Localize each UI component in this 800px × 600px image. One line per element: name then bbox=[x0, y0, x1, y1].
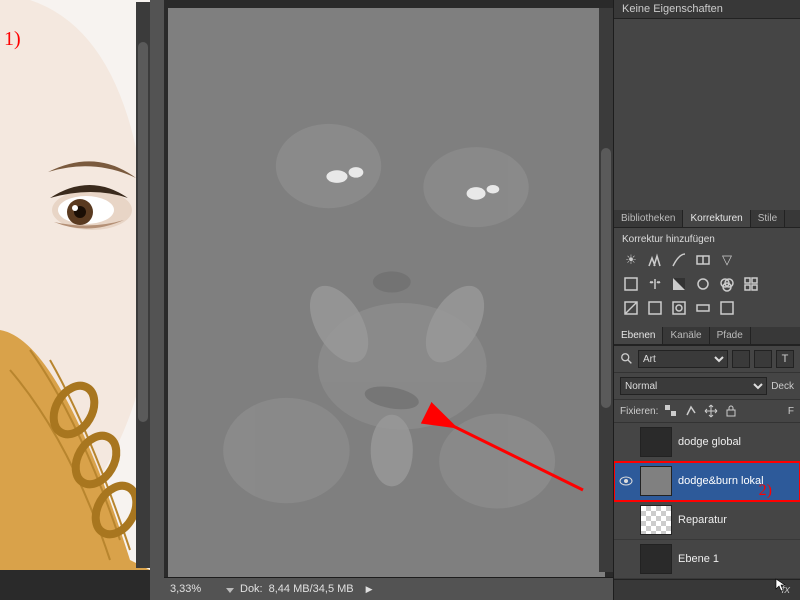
brightness-icon[interactable]: ☀ bbox=[622, 251, 640, 269]
layer-row[interactable]: dodge&burn lokal bbox=[614, 462, 800, 501]
app-root: 1) bbox=[0, 0, 800, 600]
invert-icon[interactable] bbox=[622, 299, 640, 317]
document-view-1[interactable]: 1) bbox=[0, 0, 150, 570]
scrollbar-1-thumb[interactable] bbox=[138, 42, 148, 422]
threshold-icon[interactable] bbox=[670, 299, 688, 317]
document-area: 1) bbox=[0, 0, 613, 600]
canvas-1[interactable] bbox=[0, 0, 150, 570]
selective-color-icon[interactable] bbox=[718, 299, 736, 317]
dodge-burn-canvas bbox=[168, 8, 605, 577]
scrollbar-2-thumb[interactable] bbox=[601, 148, 611, 408]
filter-kind-select[interactable]: Art bbox=[638, 350, 728, 368]
layer-name[interactable]: dodge global bbox=[678, 436, 741, 448]
lock-label: Fixieren: bbox=[620, 406, 658, 417]
filter-adjust-icon[interactable] bbox=[754, 350, 772, 368]
layer-filter-row: Art T bbox=[614, 346, 800, 373]
layer-row[interactable]: Reparatur bbox=[614, 501, 800, 540]
properties-header: Keine Eigenschaften bbox=[614, 0, 800, 19]
cursor-pointer-icon bbox=[774, 578, 788, 579]
layer-name[interactable]: Ebene 1 bbox=[678, 553, 719, 565]
posterize-icon[interactable] bbox=[646, 299, 664, 317]
chevron-down-icon[interactable] bbox=[226, 588, 234, 593]
filter-type-icon[interactable]: T bbox=[776, 350, 794, 368]
layer-row[interactable]: Ebene 1 bbox=[614, 540, 800, 579]
adjustments-tabrow: Bibliotheken Korrekturen Stile bbox=[614, 210, 800, 228]
exposure-icon[interactable] bbox=[694, 251, 712, 269]
lock-position-icon[interactable] bbox=[704, 404, 718, 418]
tab-corrections[interactable]: Korrekturen bbox=[683, 210, 750, 227]
adjustments-title: Korrektur hinzufügen bbox=[622, 234, 792, 245]
tab-paths[interactable]: Pfade bbox=[710, 327, 751, 344]
layer-thumb[interactable] bbox=[640, 466, 672, 496]
properties-panel: Keine Eigenschaften bbox=[614, 0, 800, 210]
doc-size-value: 8,44 MB/34,5 MB bbox=[269, 583, 354, 595]
opacity-label[interactable]: Deck bbox=[771, 381, 794, 392]
layers-footer: fx bbox=[614, 579, 800, 600]
play-icon[interactable]: ▶ bbox=[366, 584, 373, 595]
blend-row: Normal Deck bbox=[614, 373, 800, 400]
levels-icon[interactable] bbox=[646, 251, 664, 269]
annotation-2: 2) bbox=[759, 482, 772, 500]
layer-thumb[interactable] bbox=[640, 427, 672, 457]
photo-filter-icon[interactable] bbox=[694, 275, 712, 293]
canvas-2[interactable] bbox=[168, 8, 605, 577]
tab-channels[interactable]: Kanäle bbox=[663, 327, 709, 344]
curves-icon[interactable] bbox=[670, 251, 688, 269]
lock-transparent-icon[interactable] bbox=[664, 404, 678, 418]
channel-mixer-icon[interactable] bbox=[718, 275, 736, 293]
search-icon bbox=[620, 352, 634, 366]
lookup-icon[interactable] bbox=[742, 275, 760, 293]
lock-all-icon[interactable] bbox=[724, 404, 738, 418]
tab-layers[interactable]: Ebenen bbox=[614, 327, 663, 344]
doc-size-label: Dok: bbox=[240, 583, 263, 595]
visibility-toggle[interactable] bbox=[618, 473, 634, 489]
layers-tabrow: Ebenen Kanäle Pfade bbox=[614, 327, 800, 345]
scrollbar-2[interactable] bbox=[599, 8, 613, 572]
layer-thumb[interactable] bbox=[640, 544, 672, 574]
layer-name[interactable]: dodge&burn lokal bbox=[678, 475, 764, 487]
layers-panel: Art T Normal Deck Fixieren: F bbox=[614, 345, 800, 600]
document-view-2[interactable]: 3,33% Dok: 8,44 MB/34,5 MB ▶ bbox=[164, 0, 613, 600]
tab-libraries[interactable]: Bibliotheken bbox=[614, 210, 683, 227]
lock-pixels-icon[interactable] bbox=[684, 404, 698, 418]
blend-mode-select[interactable]: Normal bbox=[620, 377, 767, 395]
layer-name[interactable]: Reparatur bbox=[678, 514, 727, 526]
adjustments-panel: Korrektur hinzufügen ☀ ▽ bbox=[614, 228, 800, 327]
status-bar: 3,33% Dok: 8,44 MB/34,5 MB ▶ bbox=[164, 577, 613, 600]
eye-icon bbox=[619, 476, 633, 486]
view-divider[interactable] bbox=[150, 0, 164, 600]
visibility-toggle[interactable] bbox=[618, 512, 634, 528]
lock-row: Fixieren: F bbox=[614, 400, 800, 423]
balance-icon[interactable] bbox=[646, 275, 664, 293]
scrollbar-1[interactable] bbox=[136, 2, 150, 568]
fill-label[interactable]: F bbox=[788, 406, 794, 417]
hue-icon[interactable] bbox=[622, 275, 640, 293]
visibility-toggle[interactable] bbox=[618, 551, 634, 567]
tab-styles[interactable]: Stile bbox=[751, 210, 785, 227]
layer-row[interactable]: dodge global bbox=[614, 423, 800, 462]
photo-face bbox=[0, 0, 150, 570]
annotation-1: 1) bbox=[4, 28, 21, 51]
layer-thumb[interactable] bbox=[640, 505, 672, 535]
layer-list[interactable]: dodge global dodge&burn lokal Reparatur bbox=[614, 423, 800, 579]
panels-column: Keine Eigenschaften Bibliotheken Korrekt… bbox=[613, 0, 800, 600]
bw-icon[interactable] bbox=[670, 275, 688, 293]
vibrance-icon[interactable]: ▽ bbox=[718, 251, 736, 269]
zoom-field[interactable]: 3,33% bbox=[170, 583, 222, 595]
visibility-toggle[interactable] bbox=[618, 434, 634, 450]
filter-pixel-icon[interactable] bbox=[732, 350, 750, 368]
gradient-map-icon[interactable] bbox=[694, 299, 712, 317]
